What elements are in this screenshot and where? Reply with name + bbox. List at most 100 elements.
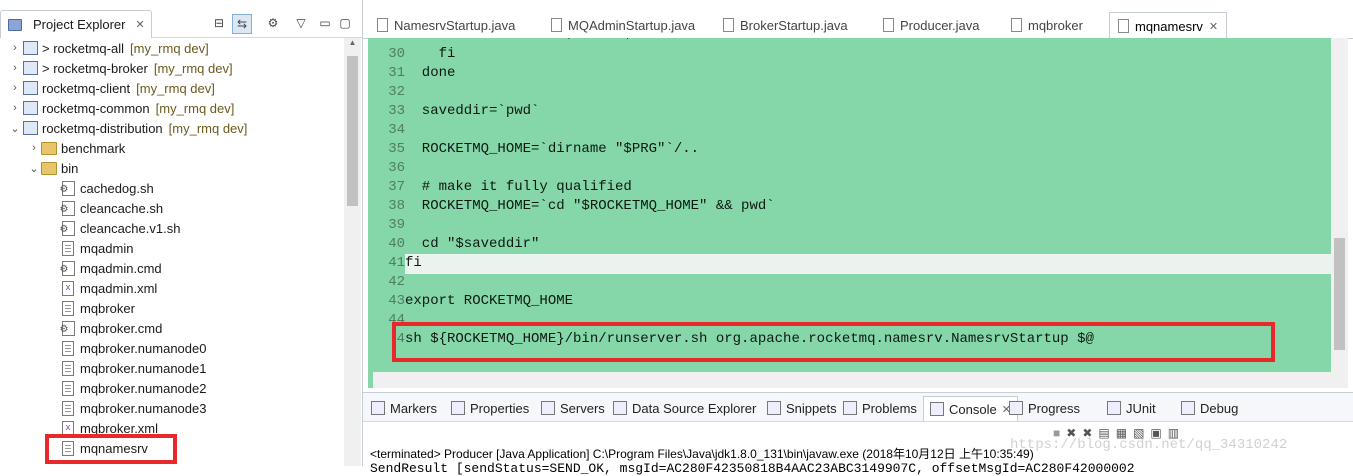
bottom-tab[interactable]: JUnit <box>1107 396 1156 420</box>
bottom-tab-label: Debug <box>1200 400 1239 416</box>
code-line: done <box>405 65 456 81</box>
editor-area: NamesrvStartup.java MQAdminStartup.java Br… <box>363 0 1353 392</box>
collapsed-chevron-icon[interactable]: › <box>8 42 22 54</box>
line-number: 33 <box>388 103 405 119</box>
bottom-tab-label: Console <box>949 401 997 417</box>
bottom-tab-label: Snippets <box>786 400 837 416</box>
line-number: 42 <box>388 274 405 290</box>
tree-item[interactable]: mqbroker.numanode3 <box>46 398 206 418</box>
bottom-tab[interactable]: Debug <box>1181 396 1238 420</box>
scrollbar-thumb[interactable] <box>1334 238 1345 350</box>
editor-tab[interactable]: Producer.java <box>875 12 988 38</box>
minimize-icon[interactable]: ▭ <box>316 14 334 32</box>
tree-item[interactable]: cleancache.v1.sh <box>46 218 180 238</box>
file-icon <box>1118 19 1129 33</box>
snippets-icon <box>767 401 781 415</box>
tree-item[interactable]: mqbroker <box>46 298 135 318</box>
scroll-up-icon[interactable]: ▲ <box>344 38 361 54</box>
tab-project-explorer[interactable]: Project Explorer ✕ <box>0 10 152 38</box>
project-icon <box>22 60 38 76</box>
folder-icon <box>41 140 57 156</box>
tree-item[interactable]: › rocketmq-client [my_rmq dev] <box>8 78 215 98</box>
tree-item-label: cleancache.sh <box>80 200 164 216</box>
editor-tab[interactable]: mqbroker <box>1003 12 1091 38</box>
tree-item-label: mqbroker.numanode2 <box>80 380 207 396</box>
expanded-chevron-icon[interactable]: ⌄ <box>27 162 41 175</box>
tree-item[interactable]: › rocketmq-common [my_rmq dev] <box>8 98 234 118</box>
editor-tab-label: MQAdminStartup.java <box>568 17 696 33</box>
file-icon <box>883 18 894 32</box>
view-menu-icon[interactable]: ▽ <box>292 14 310 32</box>
editor-tab[interactable]: BrokerStartup.java <box>715 12 856 38</box>
tree-item[interactable]: ⌄ rocketmq-distribution [my_rmq dev] <box>8 118 247 138</box>
editor-tab[interactable]: MQAdminStartup.java <box>543 12 703 38</box>
tree-item[interactable]: cachedog.sh <box>46 178 154 198</box>
code-editor[interactable]: 3031323334353637383940414243444 PRG="`di… <box>368 38 1331 388</box>
maximize-icon[interactable]: ▢ <box>336 14 354 32</box>
collapsed-chevron-icon[interactable]: › <box>8 62 22 74</box>
tree-item[interactable]: mqadmin.cmd <box>46 258 162 278</box>
bottom-tab[interactable]: Console ✕ <box>923 396 1018 421</box>
bottom-tab[interactable]: Markers <box>371 396 437 420</box>
close-icon[interactable]: ✕ <box>135 18 144 31</box>
xml-file-icon: x <box>60 280 76 296</box>
bottom-tab[interactable]: Progress <box>1009 396 1080 420</box>
tree-item[interactable]: mqbroker.numanode0 <box>46 338 206 358</box>
repo-decoration: [my_rmq dev] <box>153 60 233 76</box>
bottom-tab-label: Problems <box>862 400 917 416</box>
code-line: PRG="`dirname "$PRG"`/$link" <box>405 38 674 43</box>
editor-tab-label: mqnamesrv <box>1135 18 1203 34</box>
script-file-icon <box>60 220 76 236</box>
scrollbar-thumb[interactable] <box>347 56 358 206</box>
code-line: # make it fully qualified <box>405 179 632 195</box>
bottom-tab[interactable]: Snippets <box>767 396 837 420</box>
markers-icon <box>371 401 385 415</box>
code-line: ROCKETMQ_HOME=`cd "$ROCKETMQ_HOME" && pw… <box>405 198 775 214</box>
filter-icon[interactable]: ⚙ <box>264 14 282 32</box>
text-file-icon <box>60 360 76 376</box>
project-icon <box>22 40 38 56</box>
repo-decoration: [my_rmq dev] <box>168 120 248 136</box>
project-tree-scrollbar[interactable]: ▲ <box>344 38 361 466</box>
script-file-icon <box>60 260 76 276</box>
editor-tab[interactable]: mqnamesrv ✕ <box>1109 12 1228 40</box>
bottom-tab[interactable]: Problems <box>843 396 917 420</box>
line-number: 43 <box>388 293 405 309</box>
script-file-icon <box>60 320 76 336</box>
tree-item-label: rocketmq-client <box>42 80 131 96</box>
text-file-icon <box>60 300 76 316</box>
vertical-scrollbar[interactable] <box>1331 38 1348 388</box>
link-with-editor-icon[interactable]: ⇆ <box>232 14 252 34</box>
debug-icon <box>1181 401 1195 415</box>
tree-item-label: mqbroker.numanode1 <box>80 360 207 376</box>
tree-item-label: mqadmin <box>80 240 134 256</box>
tree-item[interactable]: › > rocketmq-broker [my_rmq dev] <box>8 58 233 78</box>
bottom-tab[interactable]: Servers <box>541 396 605 420</box>
collapse-all-icon[interactable]: ⊟ <box>210 14 228 32</box>
console-status: <terminated> Producer [Java Application]… <box>370 447 1034 461</box>
collapsed-chevron-icon[interactable]: › <box>8 102 22 114</box>
tree-item[interactable]: › > rocketmq-all [my_rmq dev] <box>8 38 209 58</box>
tree-item[interactable]: cleancache.sh <box>46 198 163 218</box>
expanded-chevron-icon[interactable]: ⌄ <box>8 122 22 135</box>
bottom-tab-label: Servers <box>560 400 605 416</box>
bottom-tab[interactable]: Data Source Explorer <box>613 396 756 420</box>
tree-item[interactable]: mqbroker.numanode2 <box>46 378 206 398</box>
bottom-tab[interactable]: Properties <box>451 396 529 420</box>
tree-item[interactable]: mqbroker.cmd <box>46 318 162 338</box>
tree-item[interactable]: mqadmin <box>46 238 133 258</box>
junit-icon <box>1107 401 1121 415</box>
collapsed-chevron-icon[interactable]: › <box>27 142 41 154</box>
horizontal-scrollbar[interactable] <box>373 372 1331 388</box>
repo-decoration: [my_rmq dev] <box>136 80 215 96</box>
close-icon[interactable]: ✕ <box>1209 20 1218 33</box>
tree-item[interactable]: x mqadmin.xml <box>46 278 157 298</box>
tree-item[interactable]: › benchmark <box>27 138 125 158</box>
progress-icon <box>1009 401 1023 415</box>
tree-item[interactable]: mqbroker.numanode1 <box>46 358 206 378</box>
console-output: SendResult [sendStatus=SEND_OK, msgId=AC… <box>370 461 1135 476</box>
editor-tab-label: Producer.java <box>900 17 980 33</box>
collapsed-chevron-icon[interactable]: › <box>8 82 22 94</box>
tree-item[interactable]: ⌄ bin <box>27 158 78 178</box>
editor-tab[interactable]: NamesrvStartup.java <box>369 12 523 38</box>
